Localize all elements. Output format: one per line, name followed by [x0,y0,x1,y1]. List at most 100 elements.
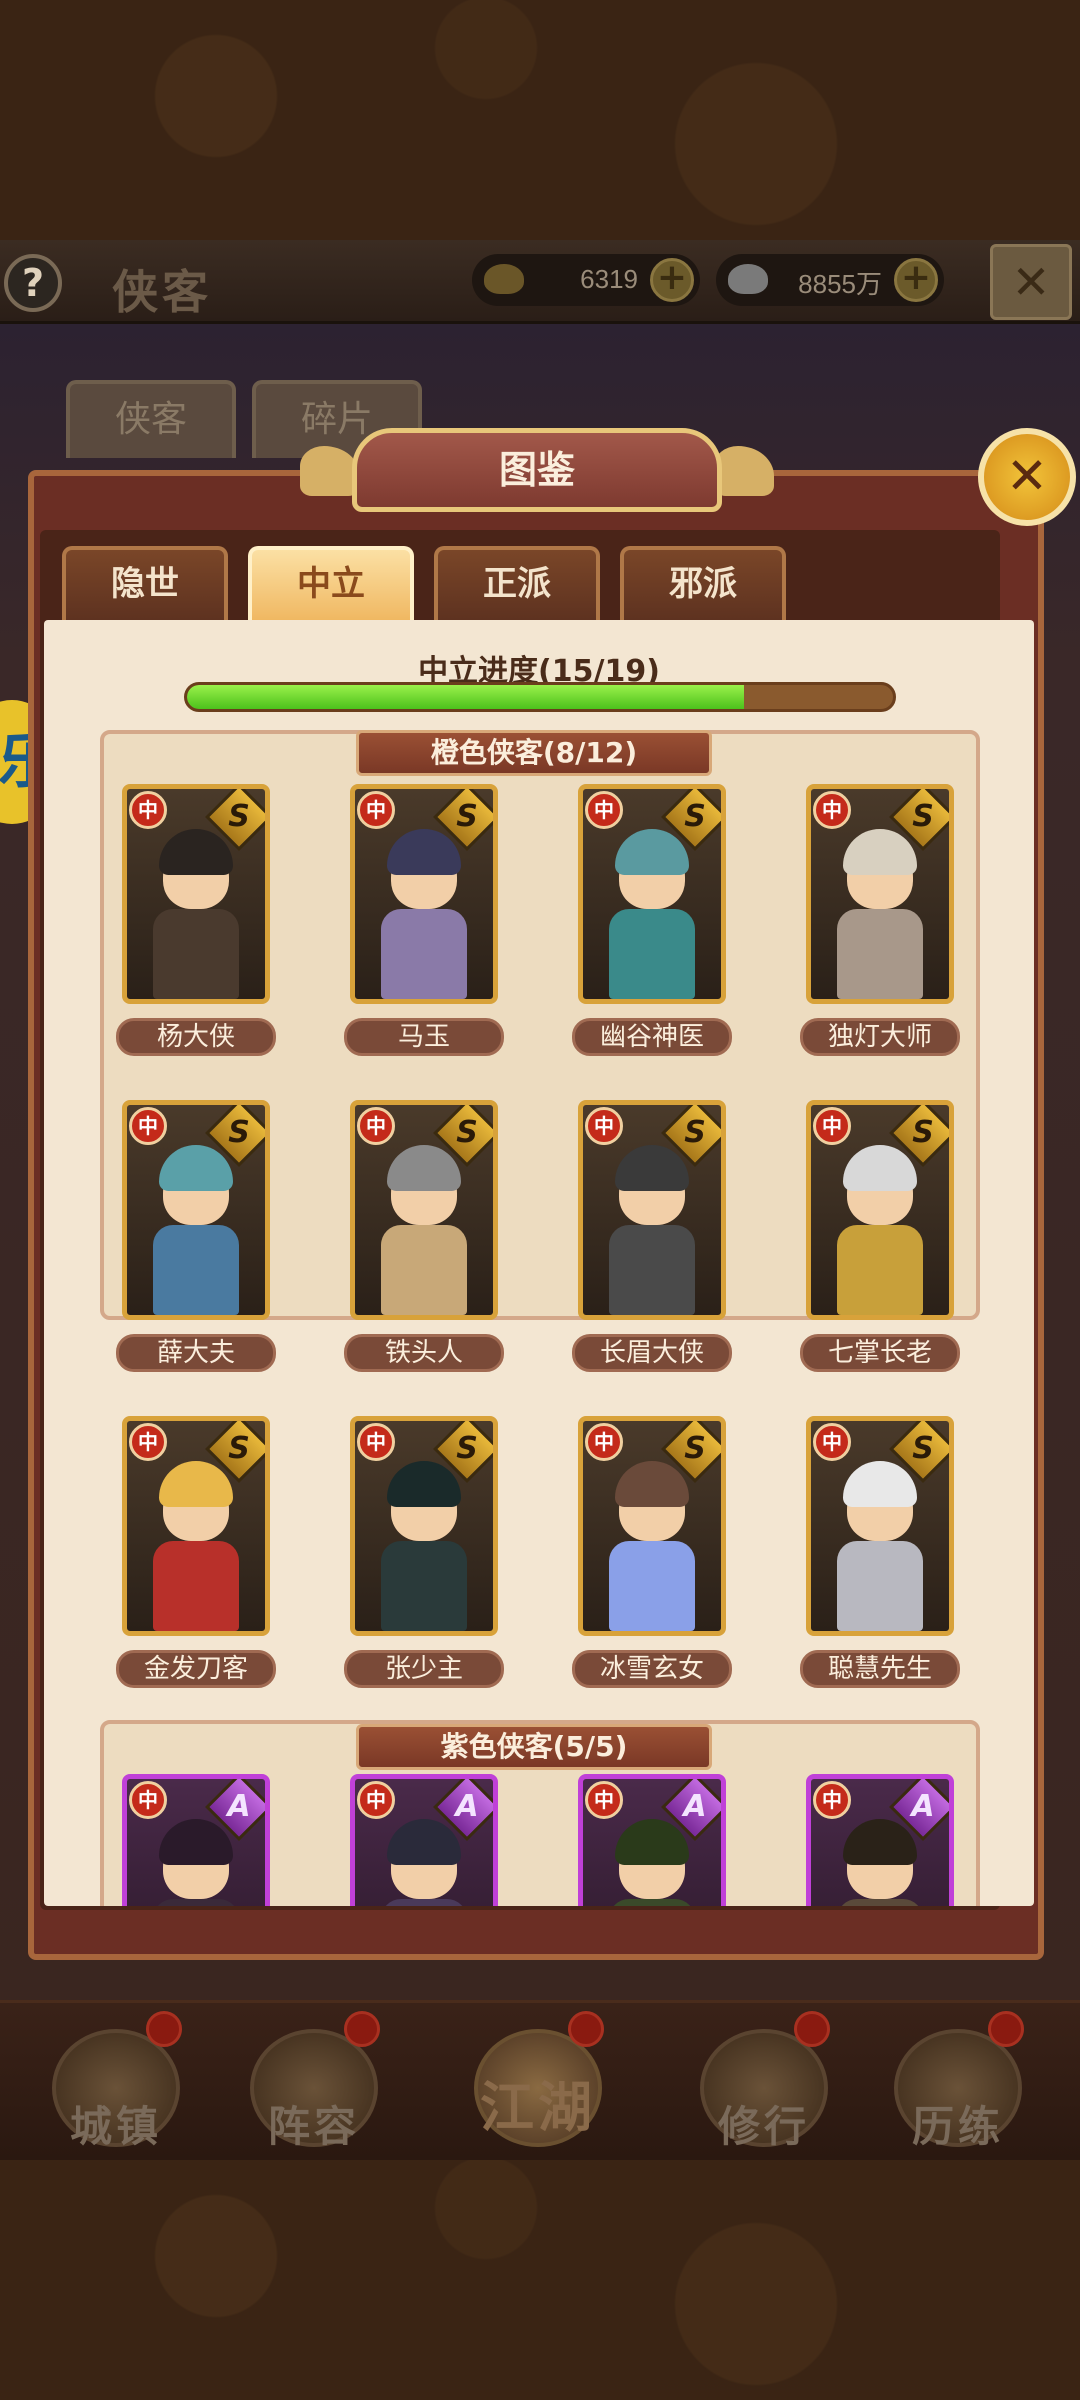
silver-currency: 8855万 + [716,254,944,306]
hero-robe [609,1541,695,1631]
grade-letter: S [912,799,934,834]
nav-experience[interactable]: 历练 [888,2011,1028,2163]
grade-letter: S [684,1431,706,1466]
hero-robe [609,1899,695,1906]
hero-portrait [377,829,471,999]
tab-righteous[interactable]: 正派 [434,546,600,620]
hero-name: 冰雪玄女 [572,1650,732,1688]
nav-town-label: 城镇 [69,2102,162,2151]
close-page-button[interactable]: ✕ [990,244,1072,320]
faction-badge: 中 [129,791,167,829]
faction-badge: 中 [813,791,851,829]
grade-letter: A [455,1789,479,1824]
page-title: 侠客 [112,265,212,319]
codex-content[interactable]: 中立进度(15/19) 橙色侠客(8/12) 紫色侠客(5/5) 中 S 杨大侠中 S… [44,620,1034,1906]
faction-badge: 中 [357,1423,395,1461]
hero-portrait [149,1145,243,1315]
gold-currency: 6319 + [472,254,700,306]
faction-badge: 中 [585,1423,623,1461]
tab-evil[interactable]: 邪派 [620,546,786,620]
faction-badge: 中 [357,791,395,829]
faction-badge: 中 [357,1107,395,1145]
top-background [0,0,1080,240]
orange-section-title: 橙色侠客(8/12) [356,730,712,776]
hero-portrait [605,829,699,999]
hero-card[interactable]: 中S [806,1416,954,1636]
hero-robe [837,909,923,999]
hero-robe [609,909,695,999]
hero-card[interactable]: 中S [122,784,270,1004]
notification-dot [794,2011,830,2047]
hero-card[interactable]: 中A [806,1774,954,1906]
grade-letter: A [683,1789,707,1824]
notification-dot [146,2011,182,2047]
bottom-navigation: 城镇 阵容 江湖 修行 历练 [0,2000,1080,2160]
nav-lineup-label: 阵容 [267,2102,360,2151]
faction-badge: 中 [129,1107,167,1145]
grade-letter: A [911,1789,935,1824]
hero-card[interactable]: 中S [806,1100,954,1320]
progress-bar [184,682,896,712]
hero-portrait [833,1819,927,1906]
hero-card[interactable]: 中S [350,784,498,1004]
grade-letter: S [684,799,706,834]
silver-amount: 8855万 [798,269,882,299]
hero-card[interactable]: 中S [122,1416,270,1636]
tab-heroes[interactable]: 侠客 [66,380,236,458]
tab-hidden[interactable]: 隐世 [62,546,228,620]
hero-card[interactable]: 中A [122,1774,270,1906]
hero-robe [153,1899,239,1906]
hero-name: 张少主 [344,1650,504,1688]
hero-card[interactable]: 中S [350,1100,498,1320]
faction-badge: 中 [129,1781,167,1819]
hero-card[interactable]: 中A [350,1774,498,1906]
help-button[interactable]: ? [4,254,62,312]
hero-portrait [149,1819,243,1906]
add-silver-button[interactable]: + [894,258,938,302]
grade-letter: S [684,1115,706,1150]
nav-town[interactable]: 城镇 [46,2011,186,2163]
nav-experience-label: 历练 [911,2102,1004,2151]
grade-letter: S [228,1115,250,1150]
top-bar: ? 侠客 6319 + 8855万 + ✕ [0,240,1080,324]
hero-name: 金发刀客 [116,1650,276,1688]
faction-badge: 中 [357,1781,395,1819]
grade-letter: S [456,1431,478,1466]
tab-neutral[interactable]: 中立 [248,546,414,620]
faction-badge: 中 [585,1107,623,1145]
faction-badge: 中 [813,1107,851,1145]
hero-robe [837,1899,923,1906]
hero-portrait [149,1461,243,1631]
hero-card[interactable]: 中S [578,1416,726,1636]
hero-card[interactable]: 中A [578,1774,726,1906]
hero-robe [381,909,467,999]
hero-card[interactable]: 中S [578,1100,726,1320]
hero-name: 薛大夫 [116,1334,276,1372]
notification-dot [344,2011,380,2047]
hero-portrait [605,1461,699,1631]
hero-card[interactable]: 中S [806,784,954,1004]
hero-card[interactable]: 中S [350,1416,498,1636]
hero-robe [837,1541,923,1631]
hero-portrait [377,1819,471,1906]
hero-portrait [833,1461,927,1631]
grade-letter: S [228,799,250,834]
hero-portrait [377,1145,471,1315]
notification-dot [568,2011,604,2047]
hero-name: 长眉大侠 [572,1334,732,1372]
hero-card[interactable]: 中S [122,1100,270,1320]
add-gold-button[interactable]: + [650,258,694,302]
nav-training[interactable]: 修行 [694,2011,834,2163]
nav-jianghu[interactable]: 江湖 [468,2011,608,2163]
faction-badge: 中 [585,791,623,829]
hero-robe [381,1225,467,1315]
grade-letter: S [912,1115,934,1150]
nav-lineup[interactable]: 阵容 [244,2011,384,2163]
hero-name: 聪慧先生 [800,1650,960,1688]
hero-robe [381,1899,467,1906]
hero-portrait [377,1461,471,1631]
grade-letter: S [456,799,478,834]
hero-card[interactable]: 中S [578,784,726,1004]
purple-section-title: 紫色侠客(5/5) [356,1724,712,1770]
close-panel-button[interactable]: ✕ [978,428,1076,526]
